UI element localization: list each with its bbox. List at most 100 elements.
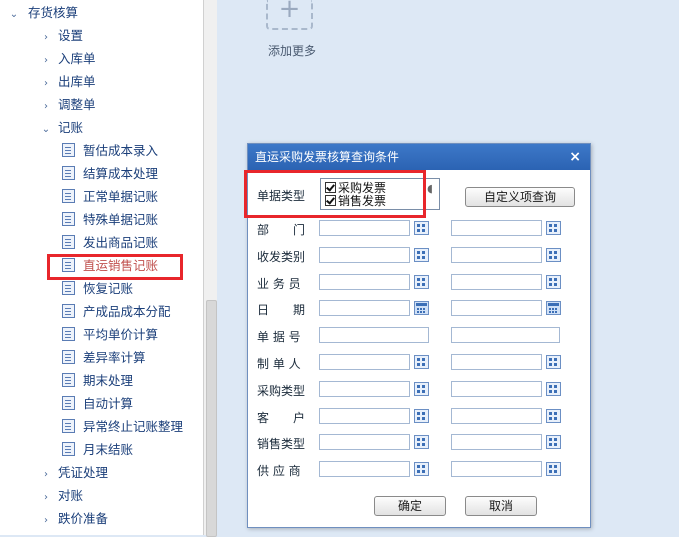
lookup-icon[interactable] <box>414 248 429 262</box>
lookup-icon[interactable] <box>546 382 561 396</box>
ok-button[interactable]: 确定 <box>374 496 446 516</box>
lookup-icon[interactable] <box>546 435 561 449</box>
tree-item[interactable]: 差异率计算 <box>62 348 146 368</box>
field-input-from[interactable] <box>319 274 410 290</box>
field-input-from[interactable] <box>319 300 410 316</box>
lookup-icon[interactable] <box>546 248 561 262</box>
tree-item[interactable]: › 跌价准备 <box>40 509 108 529</box>
field-input-to[interactable] <box>451 408 542 424</box>
dialog-title-bar[interactable]: 直运采购发票核算查询条件 × <box>248 144 590 170</box>
chevron-right-icon[interactable]: › <box>40 488 52 508</box>
highlight-box-nav <box>47 254 183 280</box>
chevron-right-icon[interactable]: › <box>40 511 52 531</box>
calendar-icon[interactable] <box>546 301 561 315</box>
tree-item[interactable]: 特殊单据记账 <box>62 210 158 230</box>
tree-item[interactable]: › 对账 <box>40 486 83 506</box>
document-icon <box>62 442 75 456</box>
document-icon <box>62 189 75 203</box>
tree-item[interactable]: › 出库单 <box>40 72 96 92</box>
chevron-down-icon: ⌄ <box>9 9 19 20</box>
tree-item[interactable]: 正常单据记账 <box>62 187 158 207</box>
highlight-box-doc-type <box>244 170 426 218</box>
field-input-to[interactable] <box>451 300 542 316</box>
calendar-icon[interactable] <box>414 301 429 315</box>
tree-item[interactable]: › 设置 <box>40 26 83 46</box>
tree-item[interactable]: 暂估成本录入 <box>62 141 158 161</box>
field-input-to[interactable] <box>451 327 560 343</box>
dialog-title: 直运采购发票核算查询条件 <box>255 150 400 164</box>
field-input-to[interactable] <box>451 434 542 450</box>
chevron-right-icon[interactable]: › <box>40 28 52 48</box>
field-input-to[interactable] <box>451 247 542 263</box>
lookup-icon[interactable] <box>546 355 561 369</box>
chevron-down-icon[interactable]: ⌄ <box>40 120 52 140</box>
cancel-button[interactable]: 取消 <box>465 496 537 516</box>
field-input-to[interactable] <box>451 274 542 290</box>
field-input-from[interactable] <box>319 461 410 477</box>
document-icon <box>62 235 75 249</box>
field-input-from[interactable] <box>319 354 410 370</box>
add-more-label[interactable]: 添加更多 <box>268 42 316 59</box>
field-input-from[interactable] <box>319 220 410 236</box>
field-label: 销售类型 <box>257 437 306 451</box>
tree-item[interactable]: 发出商品记账 <box>62 233 158 253</box>
tree-item[interactable]: › 入库单 <box>40 49 96 69</box>
tree-item[interactable]: 平均单价计算 <box>62 325 158 345</box>
tree-item[interactable]: 期末处理 <box>62 371 133 391</box>
field-label: 日 期 <box>257 303 306 317</box>
document-icon <box>62 373 75 387</box>
document-icon <box>62 304 75 318</box>
lookup-icon[interactable] <box>414 355 429 369</box>
scrollbar-thumb[interactable] <box>206 300 217 537</box>
tree-item[interactable]: 月末结账 <box>62 440 133 460</box>
field-input-from[interactable] <box>319 247 410 263</box>
plus-icon: + <box>278 0 301 24</box>
tree-item[interactable]: › 调整单 <box>40 95 96 115</box>
field-label: 供 应 商 <box>257 464 301 478</box>
tree-item[interactable]: 结算成本处理 <box>62 164 158 184</box>
chevron-right-icon[interactable]: › <box>40 465 52 485</box>
lookup-icon[interactable] <box>414 221 429 235</box>
field-input-to[interactable] <box>451 461 542 477</box>
field-label: 单 据 号 <box>257 330 301 344</box>
lookup-icon[interactable] <box>546 221 561 235</box>
lookup-icon[interactable] <box>414 435 429 449</box>
custom-query-button[interactable]: 自定义项查询 <box>465 187 575 207</box>
tree-item[interactable]: ⌄ 记账 <box>40 118 83 138</box>
field-input-from[interactable] <box>319 408 410 424</box>
field-label: 制 单 人 <box>257 357 301 371</box>
field-input-from[interactable] <box>319 381 410 397</box>
field-input-from[interactable] <box>319 327 429 343</box>
add-more-button[interactable]: + <box>266 0 313 30</box>
lookup-icon[interactable] <box>414 462 429 476</box>
chevron-right-icon[interactable]: › <box>40 97 52 117</box>
tree-root[interactable]: ⌄ 存货核算 <box>8 3 78 23</box>
tree-item[interactable]: 产成品成本分配 <box>62 302 171 322</box>
lookup-icon[interactable] <box>414 275 429 289</box>
lookup-icon[interactable] <box>546 275 561 289</box>
chevron-right-icon[interactable]: › <box>40 51 52 71</box>
tree-item[interactable]: › 凭证处理 <box>40 463 108 483</box>
close-icon[interactable]: × <box>569 144 581 170</box>
tree-item[interactable]: 异常终止记账整理 <box>62 417 183 437</box>
field-input-to[interactable] <box>451 354 542 370</box>
field-label: 业 务 员 <box>257 277 301 291</box>
lookup-icon[interactable] <box>546 462 561 476</box>
lookup-icon[interactable] <box>546 409 561 423</box>
sidebar-scrollbar[interactable] <box>203 0 218 537</box>
document-icon <box>62 166 75 180</box>
lookup-icon[interactable] <box>414 382 429 396</box>
field-label: 收发类别 <box>257 250 306 264</box>
field-label: 采购类型 <box>257 384 306 398</box>
tree-item[interactable]: 自动计算 <box>62 394 133 414</box>
field-label: 部 门 <box>257 223 306 237</box>
document-icon <box>62 143 75 157</box>
document-icon <box>62 419 75 433</box>
field-input-from[interactable] <box>319 434 410 450</box>
field-input-to[interactable] <box>451 220 542 236</box>
lookup-icon[interactable] <box>414 409 429 423</box>
nav-sidebar: ⌄ 存货核算 › 设置 › 入库单 › 出库单 › 调整单 ⌄ 记账暂估成本录入 结算成本处理 正常单… <box>0 0 203 535</box>
field-input-to[interactable] <box>451 381 542 397</box>
chevron-right-icon[interactable]: › <box>40 74 52 94</box>
tree-item[interactable]: 恢复记账 <box>62 279 133 299</box>
